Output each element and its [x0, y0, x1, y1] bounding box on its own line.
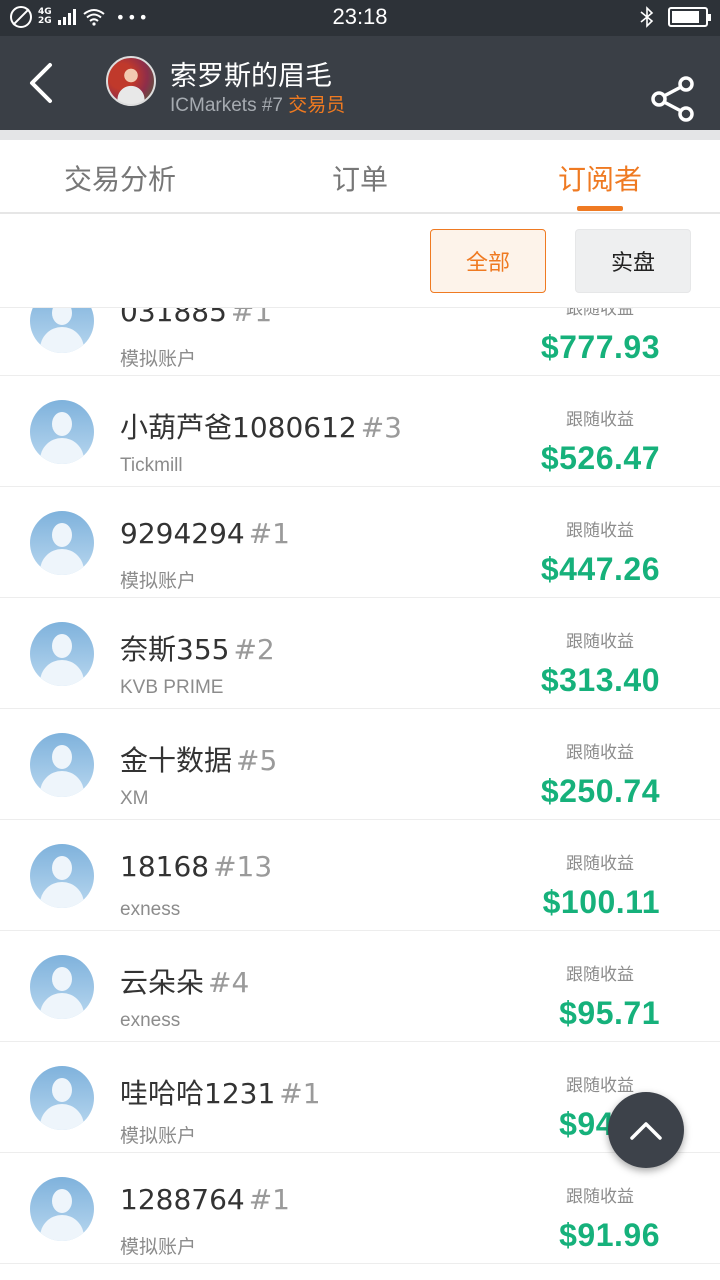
- subscriber-name-text: 金十数据: [120, 744, 233, 777]
- subscriber-name-text: 18168: [120, 850, 210, 883]
- subscriber-row[interactable]: 金十数据 #5 XM 跟随收益 $250.74: [0, 709, 720, 820]
- subscriber-rank: #13: [213, 850, 273, 883]
- subscriber-name-text: 9294294: [120, 517, 245, 550]
- tab-subscribers[interactable]: 订阅者: [480, 158, 720, 198]
- chevron-up-icon: [630, 1122, 662, 1140]
- earnings-label: 跟随收益: [566, 521, 634, 541]
- subscriber-name: 031885 #1: [120, 308, 272, 328]
- earnings-label: 跟随收益: [566, 965, 634, 985]
- subscriber-name-text: 031885: [120, 308, 227, 328]
- subscriber-rank: #2: [233, 633, 275, 666]
- app-header: 索罗斯的眉毛 ICMarkets #7 交易员: [0, 36, 720, 130]
- earnings-value: $100.11: [542, 884, 660, 920]
- subscriber-name: 金十数据 #5: [120, 739, 277, 779]
- subscriber-row[interactable]: 1288764 #1 模拟账户 跟随收益 $91.96: [0, 1153, 720, 1264]
- subscriber-row[interactable]: 18168 #13 exness 跟随收益 $100.11: [0, 820, 720, 931]
- subscriber-row[interactable]: 031885 #1 模拟账户 跟随收益 $777.93: [0, 308, 720, 376]
- tab-trade-analysis[interactable]: 交易分析: [0, 158, 240, 198]
- earnings-label: 跟随收益: [566, 1187, 634, 1207]
- trader-account-line: ICMarkets #7 交易员: [170, 90, 345, 117]
- subscriber-broker: 模拟账户: [120, 1126, 197, 1147]
- subscriber-name-text: 哇哈哈1231: [120, 1077, 276, 1110]
- subscriber-avatar: [30, 400, 94, 464]
- subscriber-name-text: 奈斯355: [120, 633, 230, 666]
- subscriber-rank: #1: [248, 517, 290, 550]
- subscriber-broker: 模拟账户: [120, 349, 197, 370]
- trader-account: ICMarkets #7: [170, 95, 283, 116]
- subscriber-name: 1288764 #1: [120, 1183, 290, 1216]
- subscriber-name-text: 云朵朵: [120, 966, 205, 999]
- subscriber-name-text: 1288764: [120, 1183, 245, 1216]
- subscriber-avatar: [30, 733, 94, 797]
- subscriber-rank: #5: [236, 744, 278, 777]
- subscriber-name: 小葫芦爸1080612 #3: [120, 406, 402, 446]
- back-button[interactable]: [16, 58, 66, 108]
- filter-real-button[interactable]: 实盘: [575, 229, 691, 293]
- earnings-value: $526.47: [540, 440, 660, 476]
- status-time: 23:18: [332, 4, 388, 29]
- subscriber-name: 云朵朵 #4: [120, 961, 249, 1001]
- trader-avatar[interactable]: [106, 56, 156, 106]
- earnings-value: $250.74: [540, 773, 660, 809]
- share-icon: [651, 76, 694, 122]
- subscriber-rank: #1: [230, 308, 273, 328]
- subscriber-broker: XM: [120, 788, 149, 809]
- earnings-label: 跟随收益: [566, 743, 634, 763]
- trader-name: 索罗斯的眉毛: [170, 61, 332, 92]
- filter-bar: 全部 实盘: [0, 214, 720, 308]
- back-arrow-icon: [30, 63, 52, 103]
- subscriber-name: 哇哈哈1231 #1: [120, 1072, 321, 1112]
- back-to-top-button[interactable]: [608, 1092, 684, 1168]
- subscriber-broker: 模拟账户: [120, 571, 197, 592]
- status-icons-right: [640, 6, 711, 28]
- subscriber-name: 奈斯355 #2: [120, 628, 275, 668]
- subscriber-avatar: [30, 308, 94, 353]
- filter-all-button[interactable]: 全部: [430, 229, 546, 293]
- status-bar: 4G 2G ••• 23:18: [0, 0, 720, 36]
- battery-icon: [668, 7, 711, 27]
- subscriber-row[interactable]: 奈斯355 #2 KVB PRIME 跟随收益 $313.40: [0, 598, 720, 709]
- subscriber-avatar: [30, 511, 94, 575]
- subscriber-avatar: [30, 1066, 94, 1130]
- earnings-value: $91.96: [559, 1217, 660, 1253]
- subscriber-rank: #1: [279, 1077, 321, 1110]
- tab-bar: 交易分析 订单 订阅者: [0, 140, 720, 214]
- earnings-value: $313.40: [540, 662, 660, 698]
- earnings-value: $95.71: [559, 995, 660, 1031]
- subscriber-name: 18168 #13: [120, 850, 272, 883]
- bluetooth-icon: [640, 6, 654, 28]
- subscriber-rank: #4: [208, 966, 250, 999]
- trader-role: 交易员: [288, 94, 346, 116]
- header-divider: [0, 130, 720, 140]
- earnings-label: 跟随收益: [566, 410, 634, 430]
- subscriber-avatar: [30, 622, 94, 686]
- earnings-label: 跟随收益: [566, 854, 634, 874]
- subscriber-rank: #1: [248, 1183, 290, 1216]
- subscriber-row[interactable]: 小葫芦爸1080612 #3 Tickmill 跟随收益 $526.47: [0, 376, 720, 487]
- subscriber-avatar: [30, 844, 94, 908]
- subscriber-broker: KVB PRIME: [120, 677, 224, 698]
- subscriber-name-text: 小葫芦爸1080612: [120, 411, 357, 444]
- share-button[interactable]: [650, 76, 698, 124]
- earnings-label: 跟随收益: [566, 632, 634, 652]
- subscriber-broker: 模拟账户: [120, 1237, 197, 1258]
- subscriber-row[interactable]: 9294294 #1 模拟账户 跟随收益 $447.26: [0, 487, 720, 598]
- subscriber-broker: Tickmill: [120, 455, 183, 476]
- earnings-label: 跟随收益: [566, 308, 634, 319]
- subscriber-broker: exness: [120, 899, 181, 920]
- subscriber-broker: exness: [120, 1010, 181, 1031]
- subscriber-avatar: [30, 955, 94, 1019]
- earnings-value: $777.93: [540, 329, 660, 365]
- subscriber-rank: #3: [360, 411, 402, 444]
- earnings-value: $447.26: [540, 551, 660, 587]
- earnings-label: 跟随收益: [566, 1076, 634, 1096]
- subscriber-row[interactable]: 云朵朵 #4 exness 跟随收益 $95.71: [0, 931, 720, 1042]
- active-tab-indicator: [577, 206, 623, 211]
- subscriber-name: 9294294 #1: [120, 517, 290, 550]
- tab-orders[interactable]: 订单: [240, 158, 480, 198]
- subscriber-avatar: [30, 1177, 94, 1241]
